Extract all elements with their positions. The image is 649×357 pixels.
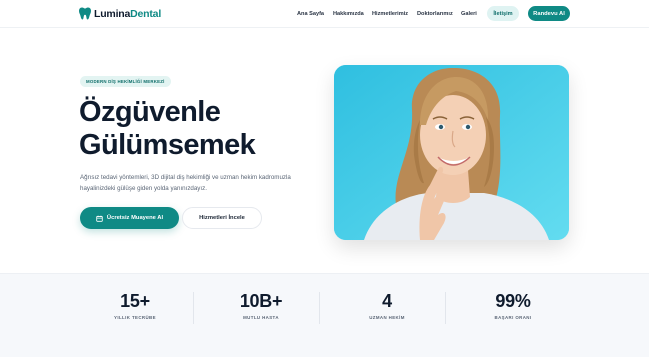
smiling-woman-illustration [334, 65, 569, 240]
stat-label: YILLIK TECRÜBE [114, 315, 156, 320]
site-header: LuminaDental Ana Sayfa Hakkımızda Hizmet… [0, 0, 649, 28]
appointment-button[interactable]: Randevu Al [528, 6, 570, 21]
brand-name: LuminaDental [94, 7, 162, 20]
free-exam-button[interactable]: Ücretsiz Muayene Al [80, 207, 179, 229]
nav-home[interactable]: Ana Sayfa [297, 11, 324, 17]
nav-gallery[interactable]: Galeri [461, 11, 477, 17]
hero-title-line2: Gülümsemek [79, 129, 256, 161]
stat-divider [445, 292, 446, 324]
stat-value: 4 [382, 291, 392, 311]
nav-services[interactable]: Hizmetlerimiz [372, 11, 408, 17]
hero-photo [334, 65, 569, 240]
hero-title-line1: Özgüvenle [79, 96, 221, 128]
nav-doctors[interactable]: Doktorlarımız [417, 11, 453, 17]
hero-description: Ağrısız tedavi yöntemleri, 3D dijital di… [80, 174, 291, 192]
tooth-icon [79, 7, 91, 20]
view-services-button[interactable]: Hizmetleri İncele [182, 207, 262, 229]
stat-value: 10B+ [239, 291, 283, 311]
stat-success-rate: 99% BAŞARI ORANI [458, 291, 568, 320]
contact-button[interactable]: İletişim [487, 6, 519, 21]
stat-value: 15+ [120, 291, 150, 311]
stat-value: 99% [495, 291, 531, 311]
hero-badge: MODERN DİŞ HEKİMLİĞİ MERKEZİ [80, 76, 171, 87]
stat-label: MUTLU HASTA [243, 315, 279, 320]
stat-divider [319, 292, 320, 324]
free-exam-label: Ücretsiz Muayene Al [106, 215, 164, 221]
brand-logo[interactable]: LuminaDental [79, 7, 161, 20]
stat-doctors: 4 UZMAN HEKİM [332, 291, 442, 320]
stat-experience: 15+ YILLIK TECRÜBE [80, 291, 190, 320]
stat-patients: 10B+ MUTLU HASTA [206, 291, 316, 320]
nav-about[interactable]: Hakkımızda [333, 11, 364, 17]
stat-divider [193, 292, 194, 324]
hero-title: Özgüvenle Gülümsemek [79, 96, 339, 162]
stat-label: BAŞARI ORANI [494, 315, 532, 320]
stat-label: UZMAN HEKİM [369, 315, 405, 320]
calendar-icon [96, 215, 103, 222]
